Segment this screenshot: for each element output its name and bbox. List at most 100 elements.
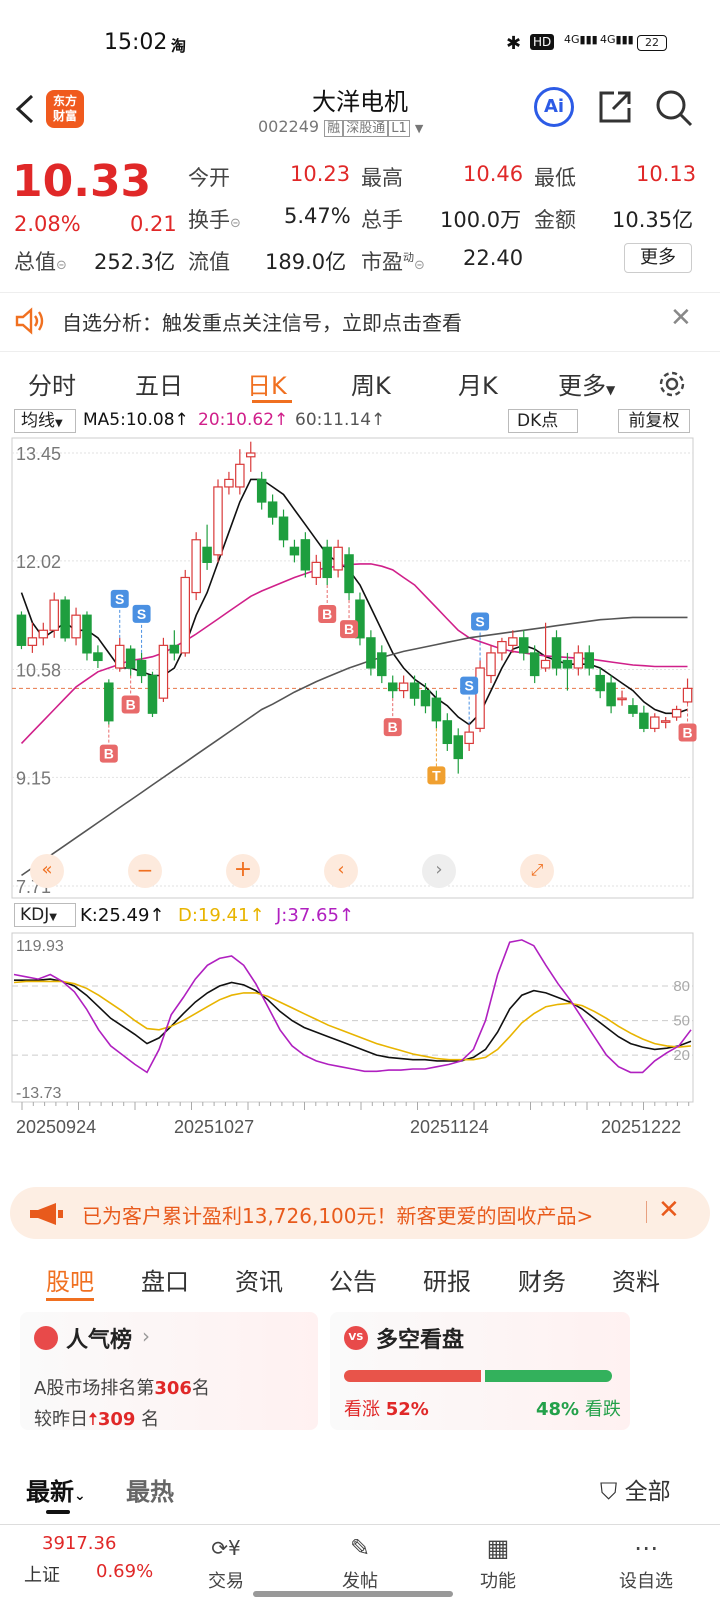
current-price: 10.33 bbox=[12, 156, 152, 207]
candle-body bbox=[202, 546, 212, 563]
candle-body bbox=[420, 690, 431, 707]
filter-button[interactable]: ⛉ 全部 bbox=[600, 1472, 671, 1506]
functions-label: 功能 bbox=[480, 1571, 516, 1592]
stock-code: 002249 bbox=[258, 117, 320, 136]
candle-body bbox=[595, 674, 605, 692]
hint-text: 自选分析：触发重点关注信号，立即点击查看 bbox=[62, 311, 462, 335]
edit-icon: ✎ bbox=[349, 1534, 371, 1562]
candle-body bbox=[682, 687, 693, 703]
battery-icon: 22 bbox=[637, 35, 667, 51]
settings-gear-icon[interactable] bbox=[656, 368, 688, 400]
signal-label: B bbox=[388, 719, 398, 735]
post-button[interactable]: ✎ 发帖 bbox=[330, 1529, 390, 1597]
index-value: 3917.36 bbox=[42, 1533, 117, 1554]
kdj-ref-label: 50 bbox=[673, 1013, 690, 1030]
total-cap-label-text: 总值 bbox=[14, 250, 56, 274]
candle-body bbox=[650, 716, 660, 729]
candle-body bbox=[486, 652, 496, 677]
candle-body bbox=[387, 682, 398, 692]
tab-finance[interactable]: 财务 bbox=[518, 1262, 566, 1297]
tag-margin: 融 bbox=[324, 120, 344, 137]
functions-button[interactable]: ▦ 功能 bbox=[468, 1529, 528, 1597]
zoom-in-icon[interactable]: + bbox=[226, 854, 260, 888]
add-watchlist-label: 设自选 bbox=[619, 1571, 673, 1592]
stock-code-line[interactable]: 002249 融深股通 L1 ▼ bbox=[258, 117, 423, 137]
promo-banner[interactable]: 已为客户累计盈利13,726,100元！新客更爱的固收产品> ✕ bbox=[10, 1187, 710, 1239]
candle-body bbox=[180, 576, 190, 654]
analysis-hint-bar[interactable]: 自选分析：触发重点关注信号，立即点击查看 ✕ bbox=[0, 292, 720, 352]
candle-body bbox=[224, 478, 234, 488]
status-bar: 15:02 淘 ✱ HD 4G▮▮▮ 4G▮▮▮ 22 bbox=[0, 0, 720, 88]
signal-label: B bbox=[322, 606, 332, 622]
popularity-card[interactable]: 人气榜 › A股市场排名第306名 较昨日🠅309 名 bbox=[20, 1312, 318, 1430]
pe-value: 22.40 bbox=[463, 246, 524, 270]
chevron-right-icon[interactable]: › bbox=[422, 854, 456, 888]
turnover-label[interactable]: 换手⊝ bbox=[188, 204, 241, 234]
total-cap-label[interactable]: 总值⊝ bbox=[14, 246, 67, 276]
turnover-value: 5.47% bbox=[284, 204, 351, 228]
rank-line: A股市场排名第306名 bbox=[34, 1374, 210, 1400]
rank-change-prefix: 较昨日 bbox=[34, 1409, 88, 1430]
candle-body bbox=[431, 697, 442, 722]
kdj-frame bbox=[11, 932, 694, 1103]
tab-hottest[interactable]: 最热 bbox=[126, 1472, 174, 1507]
candle-body bbox=[409, 682, 420, 699]
candle-body bbox=[147, 674, 158, 714]
tab-research[interactable]: 研报 bbox=[423, 1262, 471, 1297]
kdj-min-label: -13.73 bbox=[16, 1085, 61, 1102]
sentiment-card[interactable]: VS 多空看盘 看涨 52% 48% 看跌 bbox=[330, 1312, 630, 1430]
candle-body bbox=[82, 614, 92, 654]
kdj-selector[interactable]: KDJ▼ bbox=[14, 903, 76, 927]
kline-chart[interactable]: 13.4512.0210.589.157.71SSBBSSBBBTB805020… bbox=[0, 410, 720, 1170]
search-icon[interactable] bbox=[654, 88, 694, 128]
more-button[interactable]: 更多 bbox=[624, 243, 692, 273]
tab-latest[interactable]: 最新⌄ bbox=[26, 1472, 86, 1507]
pe-label-text: 市盈 bbox=[361, 250, 403, 274]
ai-button[interactable]: Ai bbox=[534, 87, 574, 127]
candle-body bbox=[529, 652, 540, 677]
tab-news[interactable]: 资讯 bbox=[235, 1262, 283, 1297]
kdj-k-text: K:25.49 bbox=[80, 905, 150, 926]
tab-weekly-k[interactable]: 周K bbox=[351, 366, 391, 401]
tab-profile[interactable]: 资料 bbox=[612, 1262, 660, 1297]
close-icon[interactable]: ✕ bbox=[670, 303, 692, 333]
status-time: 15:02 bbox=[104, 30, 168, 55]
high-label: 最高 bbox=[361, 166, 403, 190]
chevron-down-icon: ⌄ bbox=[74, 1488, 86, 1504]
add-watchlist-button[interactable]: ⋯ 设自选 bbox=[606, 1529, 686, 1597]
tab-announcements[interactable]: 公告 bbox=[329, 1262, 377, 1297]
tab-more[interactable]: 更多▼ bbox=[558, 366, 615, 401]
pe-label[interactable]: 市盈动⊝ bbox=[361, 246, 425, 276]
candle-body bbox=[475, 667, 485, 729]
zoom-out-icon[interactable]: − bbox=[128, 854, 162, 888]
signal-icon-1: 4G▮▮▮ bbox=[564, 33, 598, 46]
index-ticker[interactable]: 3917.36 上证 0.69% bbox=[24, 1533, 154, 1593]
chart-rewind-icon[interactable]: « bbox=[30, 854, 64, 888]
close-icon[interactable]: ✕ bbox=[658, 1195, 680, 1225]
bull-label: 看涨 52% bbox=[344, 1395, 429, 1421]
info-icon: ⊝ bbox=[230, 216, 241, 231]
share-icon[interactable] bbox=[596, 88, 634, 126]
tab-monthly-k[interactable]: 月K bbox=[458, 366, 498, 401]
tab-intraday[interactable]: 分时 bbox=[28, 366, 76, 401]
expand-icon[interactable]: ⤢ bbox=[520, 854, 554, 888]
trade-button[interactable]: ⟳¥ 交易 bbox=[196, 1529, 256, 1597]
signal-label: B bbox=[682, 724, 692, 740]
tab-five-day[interactable]: 五日 bbox=[135, 366, 183, 401]
volume-label: 总手 bbox=[361, 208, 403, 232]
candle-body bbox=[562, 659, 573, 669]
amount-label: 金额 bbox=[534, 208, 576, 232]
chevron-right-icon: › bbox=[142, 1324, 150, 1348]
trade-label: 交易 bbox=[208, 1571, 244, 1592]
chevron-left-icon[interactable]: ‹ bbox=[324, 854, 358, 888]
vs-icon: VS bbox=[344, 1326, 368, 1350]
tab-order-book[interactable]: 盘口 bbox=[141, 1262, 189, 1297]
candle-body bbox=[519, 637, 529, 654]
tab-guba[interactable]: 股吧 bbox=[46, 1262, 94, 1297]
home-indicator bbox=[253, 1591, 453, 1597]
candle-body bbox=[235, 463, 245, 488]
tab-daily-k[interactable]: 日K bbox=[247, 366, 287, 401]
signal-label: B bbox=[104, 746, 114, 762]
tag-level: L1 bbox=[388, 120, 410, 137]
popularity-title: 人气榜 bbox=[66, 1328, 133, 1353]
